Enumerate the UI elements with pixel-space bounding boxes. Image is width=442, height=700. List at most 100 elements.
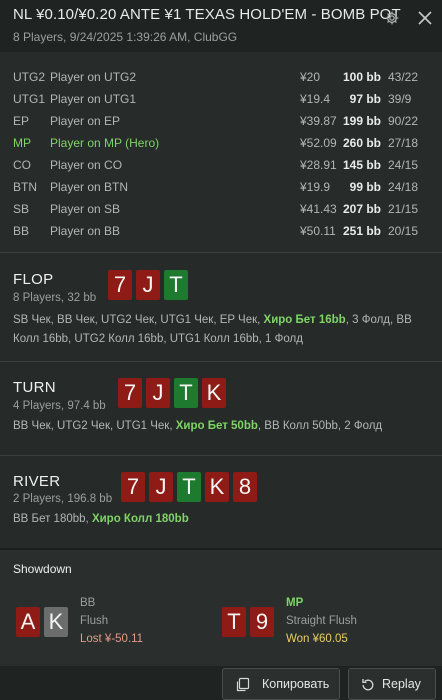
street-info: 8 Players, 32 bb <box>13 292 97 304</box>
street-name: TURN <box>13 379 56 396</box>
copy-button[interactable]: Копировать <box>222 668 340 700</box>
player-stats: 27/18 <box>388 136 419 150</box>
player-name: Player on BTN <box>50 180 129 194</box>
street-name: FLOP <box>13 271 54 288</box>
board-card: T <box>174 378 198 408</box>
player-row-hero[interactable]: MP Player on MP (Hero) ¥52.09 260 bb 27/… <box>0 132 442 154</box>
player-stack-bb: 199 bb <box>342 114 381 128</box>
player-stack: ¥28.91 <box>300 158 337 172</box>
player-position: CO <box>13 158 31 172</box>
board-card: J <box>136 270 160 300</box>
player-position: SB <box>13 202 30 216</box>
player-stats: 90/22 <box>388 114 419 128</box>
player-stack-bb: 260 bb <box>342 136 381 150</box>
board-card: T <box>177 472 201 502</box>
street-actions: BB Бет 180bb, Хиро Колл 180bb <box>13 510 433 529</box>
flop-section: FLOP 8 Players, 32 bb 7 J T SB Чек, BB Ч… <box>0 253 442 361</box>
player-name: Player on BB <box>50 224 121 238</box>
hero-action: Хиро Бет 50bb <box>175 420 258 432</box>
showdown-hand: Straight Flush <box>286 615 357 627</box>
close-icon[interactable] <box>416 9 434 27</box>
player-stack: ¥41.43 <box>300 202 337 216</box>
gear-icon[interactable] <box>384 10 400 26</box>
player-stats: 20/15 <box>388 224 419 238</box>
player-stack: ¥39.87 <box>300 114 337 128</box>
replay-button[interactable]: Replay <box>348 668 436 700</box>
player-position: UTG2 <box>13 70 46 84</box>
hand-subtitle: 8 Players, 9/24/2025 1:39:26 AM, ClubGG <box>13 30 238 44</box>
player-stats: 39/9 <box>388 92 412 106</box>
turn-section: TURN 4 Players, 97.4 bb 7 J T K BB Чек, … <box>0 362 442 455</box>
player-stats: 24/18 <box>388 180 419 194</box>
player-position: BTN <box>13 180 37 194</box>
player-stack: ¥52.09 <box>300 136 337 150</box>
player-stack-bb: 145 bb <box>342 158 381 172</box>
player-row[interactable]: BB Player on BB ¥50.11 251 bb 20/15 <box>0 220 442 242</box>
street-info: 2 Players, 196.8 bb <box>13 493 113 505</box>
player-stack: ¥50.11 <box>300 224 336 238</box>
player-position: BB <box>13 224 30 238</box>
player-stack-bb: 97 bb <box>349 92 381 106</box>
player-stack-bb: 100 bb <box>342 70 381 84</box>
action-text: BB Чек, UTG2 Чек, UTG1 Чек, <box>13 420 176 432</box>
player-row[interactable]: BTN Player on BTN ¥19.9 99 bb 24/18 <box>0 176 442 198</box>
player-position: EP <box>13 114 30 128</box>
header: NL ¥0.10/¥0.20 ANTE ¥1 TEXAS HOLD'EM - B… <box>0 0 442 52</box>
street-actions: SB Чек, BB Чек, UTG2 Чек, UTG1 Чек, EP Ч… <box>13 311 433 349</box>
player-position: UTG1 <box>13 92 46 106</box>
board-card: 7 <box>121 472 145 502</box>
board-card: 7 <box>118 378 142 408</box>
board-card: J <box>146 378 170 408</box>
board-card: K <box>205 472 229 502</box>
board-card: 7 <box>108 270 132 300</box>
showdown-position: BB <box>80 597 96 609</box>
action-text: , BB Колл 50bb, 2 Фолд <box>257 420 383 432</box>
player-stack: ¥20 <box>300 70 321 84</box>
player-stats: 24/15 <box>388 158 419 172</box>
hole-card: K <box>44 607 68 637</box>
action-text: SB Чек, BB Чек, UTG2 Чек, UTG1 Чек, EP Ч… <box>13 314 264 326</box>
player-stack-bb: 207 bb <box>342 202 381 216</box>
hole-card: T <box>222 607 246 637</box>
player-name: Player on UTG2 <box>50 70 137 84</box>
copy-button-label: Копировать <box>262 677 330 691</box>
player-position: MP <box>13 136 31 150</box>
replay-icon <box>362 679 374 691</box>
showdown-result: Won ¥60.05 <box>286 633 348 645</box>
showdown-title: Showdown <box>13 562 72 576</box>
board-card: T <box>164 270 188 300</box>
players-table: UTG2 Player on UTG2 ¥20 100 bb 43/22 UTG… <box>0 52 442 252</box>
showdown-section: Showdown A K BB Flush Lost ¥-50.11 T 9 M… <box>0 550 442 666</box>
player-stats: 21/15 <box>388 202 419 216</box>
board-card: J <box>149 472 173 502</box>
street-actions: BB Чек, UTG2 Чек, UTG1 Чек, Хиро Бет 50b… <box>13 417 433 436</box>
player-name: Player on MP (Hero) <box>50 136 160 150</box>
hole-card: 9 <box>250 607 274 637</box>
player-row[interactable]: CO Player on CO ¥28.91 145 bb 24/15 <box>0 154 442 176</box>
hole-card: A <box>16 607 40 637</box>
player-row[interactable]: EP Player on EP ¥39.87 199 bb 90/22 <box>0 110 442 132</box>
player-name: Player on EP <box>50 114 121 128</box>
player-name: Player on SB <box>50 202 121 216</box>
copy-icon <box>236 677 250 692</box>
street-info: 4 Players, 97.4 bb <box>13 400 106 412</box>
hero-action: Хиро Колл 180bb <box>91 513 189 525</box>
player-stats: 43/22 <box>388 70 419 84</box>
player-name: Player on UTG1 <box>50 92 137 106</box>
footer: Копировать Replay <box>0 666 442 700</box>
player-row[interactable]: UTG2 Player on UTG2 ¥20 100 bb 43/22 <box>0 66 442 88</box>
river-section: RIVER 2 Players, 196.8 bb 7 J T K 8 BB Б… <box>0 456 442 548</box>
player-stack: ¥19.4 <box>300 92 331 106</box>
hand-title: NL ¥0.10/¥0.20 ANTE ¥1 TEXAS HOLD'EM - B… <box>13 6 401 23</box>
street-name: RIVER <box>13 473 61 490</box>
showdown-position: MP <box>286 597 304 609</box>
player-name: Player on CO <box>50 158 123 172</box>
player-stack: ¥19.9 <box>300 180 331 194</box>
action-text: BB Бет 180bb, <box>13 513 92 525</box>
player-row[interactable]: UTG1 Player on UTG1 ¥19.4 97 bb 39/9 <box>0 88 442 110</box>
player-row[interactable]: SB Player on SB ¥41.43 207 bb 21/15 <box>0 198 442 220</box>
showdown-hand: Flush <box>80 615 109 627</box>
board-card: 8 <box>233 472 257 502</box>
player-stack-bb: 99 bb <box>349 180 381 194</box>
showdown-result: Lost ¥-50.11 <box>80 633 144 645</box>
